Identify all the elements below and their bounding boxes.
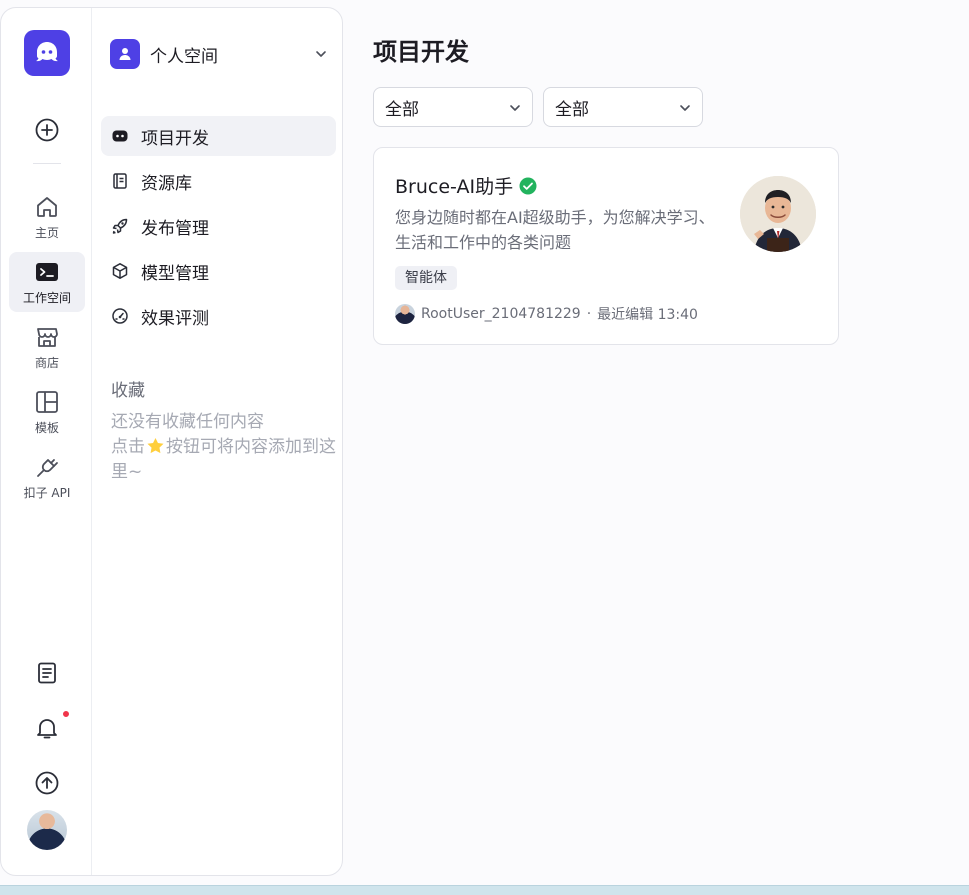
library-icon: [113, 173, 127, 189]
nav-item-projects[interactable]: 项目开发: [101, 116, 336, 156]
project-avatar: [740, 176, 816, 252]
nav-item-label: 模型管理: [141, 263, 209, 284]
nav-item-label: 项目开发: [141, 128, 209, 149]
nav-item-publish[interactable]: 发布管理: [101, 206, 336, 246]
cube-icon: [112, 263, 128, 279]
project-meta: RootUser_2104781229 · 最近编辑 13:40: [395, 304, 698, 324]
store-icon: [37, 327, 58, 347]
rail-item-store[interactable]: 商店: [9, 317, 85, 377]
project-card[interactable]: Bruce-AI助手 您身边随时都在AI超级助手，为您解决学习、生活和工作中的各…: [373, 147, 839, 345]
notification-badge: [62, 710, 70, 718]
nav-item-label: 效果评测: [141, 308, 209, 329]
plus-circle-icon: [35, 118, 58, 142]
rail-item-label: 工作空间: [22, 290, 71, 305]
rail-item-label: 商店: [34, 355, 59, 370]
notifications-button[interactable]: [1, 708, 92, 748]
project-type-tag: 智能体: [395, 266, 457, 290]
plug-icon: [37, 458, 58, 477]
sidebar-frame: 主页 工作空间 商店 模板 扣子 API 个人空间 项目开发 资源库 发布管理 …: [0, 7, 343, 876]
rail-item-templates[interactable]: 模板: [9, 382, 85, 442]
type-filter-select[interactable]: 全部: [373, 87, 533, 127]
favorites-empty-line: 还没有收藏任何内容: [111, 412, 264, 432]
ghost-logo-icon: [36, 42, 58, 62]
meta-separator: ·: [586, 306, 592, 322]
page-title: 项目开发: [373, 38, 469, 66]
nav-item-label: 发布管理: [141, 218, 209, 239]
project-description: 您身边随时都在AI超级助手，为您解决学习、生活和工作中的各类问题: [395, 208, 715, 252]
verified-check-icon: [519, 177, 537, 194]
space-switcher[interactable]: 个人空间: [110, 38, 328, 70]
user-avatar[interactable]: [27, 810, 67, 850]
nav-item-evaluation[interactable]: 效果评测: [101, 296, 336, 336]
bell-icon: [36, 719, 57, 739]
chevron-down-icon: [510, 105, 520, 111]
chevron-down-icon: [316, 51, 326, 57]
chevron-down-icon: [680, 105, 690, 111]
project-title: Bruce-AI助手: [395, 176, 514, 198]
owner-avatar: [395, 304, 415, 324]
taskbar-strip: [0, 885, 969, 895]
favorites-title: 收藏: [111, 381, 145, 401]
docs-button[interactable]: [1, 653, 92, 693]
last-edited: 最近编辑 13:40: [597, 307, 698, 323]
rail-item-label: 主页: [34, 225, 59, 240]
select-value: 全部: [555, 99, 589, 120]
document-icon: [37, 662, 56, 684]
person-icon: [110, 39, 140, 69]
terminal-icon: [36, 262, 58, 281]
create-button[interactable]: [1, 110, 92, 150]
rail-item-api[interactable]: 扣子 API: [9, 447, 85, 507]
template-icon: [36, 390, 58, 413]
upload-button[interactable]: [1, 763, 92, 803]
gauge-icon: [112, 308, 128, 324]
card-title-row: Bruce-AI助手: [395, 172, 537, 199]
rail-item-label: 模板: [34, 420, 59, 435]
nav-item-label: 资源库: [141, 173, 192, 194]
owner-name: RootUser_2104781229: [421, 306, 581, 322]
rocket-icon: [112, 218, 128, 234]
favorites-empty-text: 还没有收藏任何内容 点击 按钮可将内容添加到这里~: [111, 410, 336, 485]
space-name: 个人空间: [150, 46, 218, 67]
app-logo[interactable]: [24, 30, 70, 76]
workspace-nav: 个人空间 项目开发 资源库 发布管理 模型管理 效果评测 收藏 还没有收藏任何内…: [92, 8, 342, 875]
home-icon: [37, 196, 57, 217]
nav-item-models[interactable]: 模型管理: [101, 251, 336, 291]
status-filter-select[interactable]: 全部: [543, 87, 703, 127]
upload-icon: [35, 771, 58, 795]
rail-item-home[interactable]: 主页: [9, 187, 85, 247]
rail-divider: [33, 163, 61, 164]
app-rail: 主页 工作空间 商店 模板 扣子 API: [1, 8, 92, 875]
rail-item-label: 扣子 API: [23, 485, 71, 500]
select-value: 全部: [385, 99, 419, 120]
rail-item-workspace[interactable]: 工作空间: [9, 252, 85, 312]
bot-icon: [112, 130, 128, 142]
favorites-empty-prefix: 点击: [111, 437, 145, 457]
star-icon: [147, 437, 164, 454]
nav-item-library[interactable]: 资源库: [101, 161, 336, 201]
